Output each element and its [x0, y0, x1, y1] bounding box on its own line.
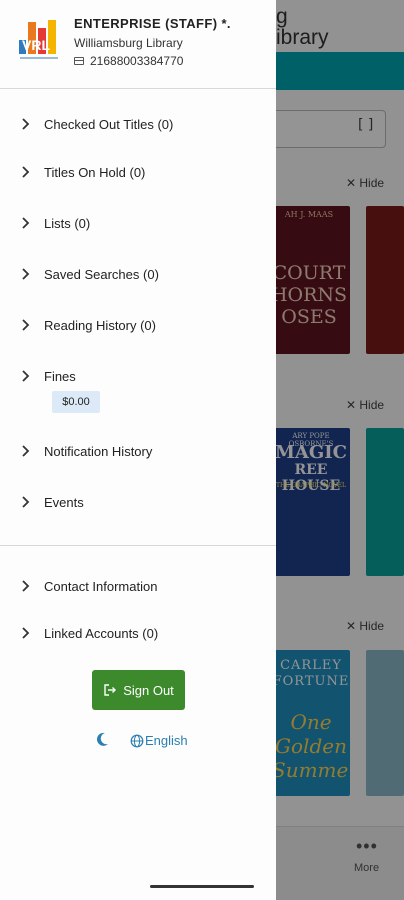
divider [0, 545, 276, 546]
sign-out-button[interactable]: Sign Out [92, 670, 185, 710]
menu-saved-searches[interactable]: Saved Searches (0) [0, 254, 276, 294]
menu-fines[interactable]: Fines [0, 356, 276, 396]
chevron-right-icon [22, 445, 30, 457]
navigation-drawer: VRL ENTERPRISE (STAFF) *. Williamsburg L… [0, 0, 276, 900]
menu-notification-history[interactable]: Notification History [0, 431, 276, 471]
menu-label: Fines [44, 368, 76, 384]
menu-label: Notification History [44, 443, 153, 459]
menu-label: Saved Searches (0) [44, 266, 159, 282]
menu-label: Events [44, 494, 84, 510]
menu-reading-history[interactable]: Reading History (0) [0, 305, 276, 345]
card-icon [74, 57, 84, 65]
menu-label: Checked Out Titles (0) [44, 116, 174, 132]
menu-label: Contact Information [44, 578, 158, 594]
library-card: 21688003384770 [74, 54, 183, 68]
library-name: Williamsburg Library [74, 36, 183, 50]
fines-amount-badge: $0.00 [52, 391, 100, 413]
chevron-right-icon [22, 580, 30, 592]
menu-lists[interactable]: Lists (0) [0, 203, 276, 243]
globe-icon [130, 734, 144, 747]
chevron-right-icon [22, 118, 30, 130]
menu-label: Titles On Hold (0) [44, 164, 146, 180]
menu-events[interactable]: Events [0, 482, 276, 522]
sign-out-icon [104, 684, 117, 696]
chevron-right-icon [22, 217, 30, 229]
menu-titles-on-hold[interactable]: Titles On Hold (0) [0, 152, 276, 192]
menu-contact-information[interactable]: Contact Information [0, 566, 276, 606]
dark-mode-moon-icon[interactable] [96, 731, 110, 747]
institution-name: ENTERPRISE (STAFF) *. [74, 16, 231, 31]
card-number: 21688003384770 [90, 54, 184, 68]
chevron-right-icon [22, 166, 30, 178]
divider [0, 88, 276, 89]
chevron-right-icon [22, 370, 30, 382]
sign-out-label: Sign Out [123, 682, 174, 698]
svg-text:VRL: VRL [22, 37, 50, 53]
menu-linked-accounts[interactable]: Linked Accounts (0) [0, 613, 276, 653]
chevron-right-icon [22, 627, 30, 639]
library-logo-icon: VRL [19, 20, 58, 59]
menu-label: Lists (0) [44, 215, 91, 231]
menu-checked-out-titles[interactable]: Checked Out Titles (0) [0, 104, 276, 144]
chevron-right-icon [22, 319, 30, 331]
chevron-right-icon [22, 496, 30, 508]
menu-label: Reading History (0) [44, 317, 156, 333]
language-label: English [145, 733, 188, 748]
language-selector[interactable]: English [130, 733, 188, 748]
home-indicator-bar[interactable] [150, 885, 254, 888]
account-header: VRL ENTERPRISE (STAFF) *. Williamsburg L… [0, 0, 276, 88]
chevron-right-icon [22, 268, 30, 280]
menu-label: Linked Accounts (0) [44, 625, 159, 641]
